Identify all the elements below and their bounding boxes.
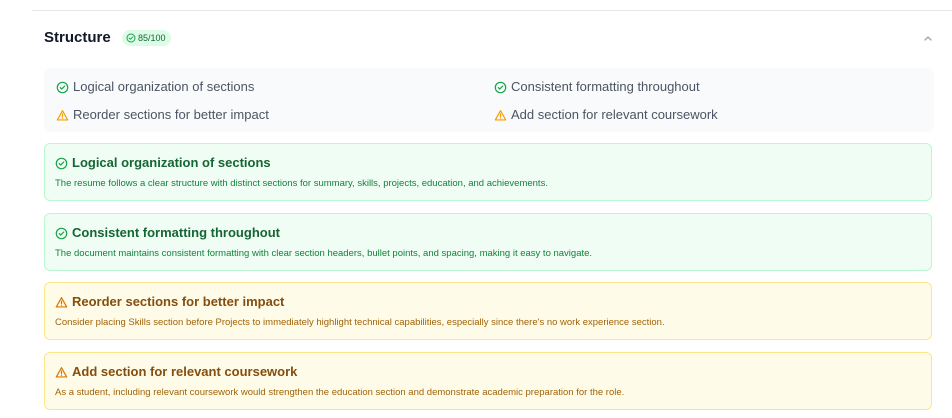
card-title-text: Reorder sections for better impact [72, 294, 285, 309]
strength-card: Logical organization of sections The res… [44, 143, 932, 201]
section-title: Structure [44, 29, 111, 46]
check-circle-icon [55, 227, 68, 239]
check-circle-icon [494, 81, 507, 93]
improvement-card: Reorder sections for better impact Consi… [44, 282, 932, 340]
card-description: As a student, including relevant coursew… [55, 387, 625, 398]
improvement-card: Add section for relevant coursework As a… [44, 352, 932, 410]
warning-triangle-icon [494, 109, 507, 121]
summary-box: Logical organization of sections Consist… [44, 68, 934, 132]
section-header[interactable]: Structure 85/100 [32, 11, 952, 63]
summary-improvement-label: Reorder sections for better impact [73, 107, 269, 122]
summary-strength-label: Logical organization of sections [73, 79, 255, 94]
warning-triangle-icon [55, 366, 68, 378]
card-description: The document maintains consistent format… [55, 248, 593, 259]
card-title-text: Consistent formatting throughout [72, 225, 280, 240]
check-circle-icon [56, 81, 69, 93]
card-title: Reorder sections for better impact [55, 294, 284, 310]
check-circle-icon [126, 33, 136, 43]
score-badge: 85/100 [122, 30, 171, 46]
card-title-text: Logical organization of sections [72, 155, 271, 170]
score-value: 85/100 [138, 33, 166, 43]
card-description: Consider placing Skills section before P… [55, 317, 665, 328]
strength-card: Consistent formatting throughout The doc… [44, 213, 932, 271]
summary-strength-item: Consistent formatting throughout [494, 79, 700, 95]
warning-triangle-icon [55, 296, 68, 308]
chevron-up-icon[interactable] [920, 30, 936, 46]
summary-strength-item: Logical organization of sections [56, 79, 254, 95]
check-circle-icon [55, 157, 68, 169]
card-description: The resume follows a clear structure wit… [55, 178, 548, 189]
warning-triangle-icon [56, 109, 69, 121]
card-title-text: Add section for relevant coursework [72, 364, 298, 379]
summary-improvement-label: Add section for relevant coursework [511, 107, 718, 122]
summary-strength-label: Consistent formatting throughout [511, 79, 700, 94]
summary-improvement-item: Reorder sections for better impact [56, 107, 269, 123]
card-title: Logical organization of sections [55, 155, 271, 171]
structure-section: Structure 85/100 Logical organization of… [32, 11, 952, 418]
card-title: Consistent formatting throughout [55, 225, 280, 241]
card-title: Add section for relevant coursework [55, 364, 297, 380]
summary-improvement-item: Add section for relevant coursework [494, 107, 718, 123]
